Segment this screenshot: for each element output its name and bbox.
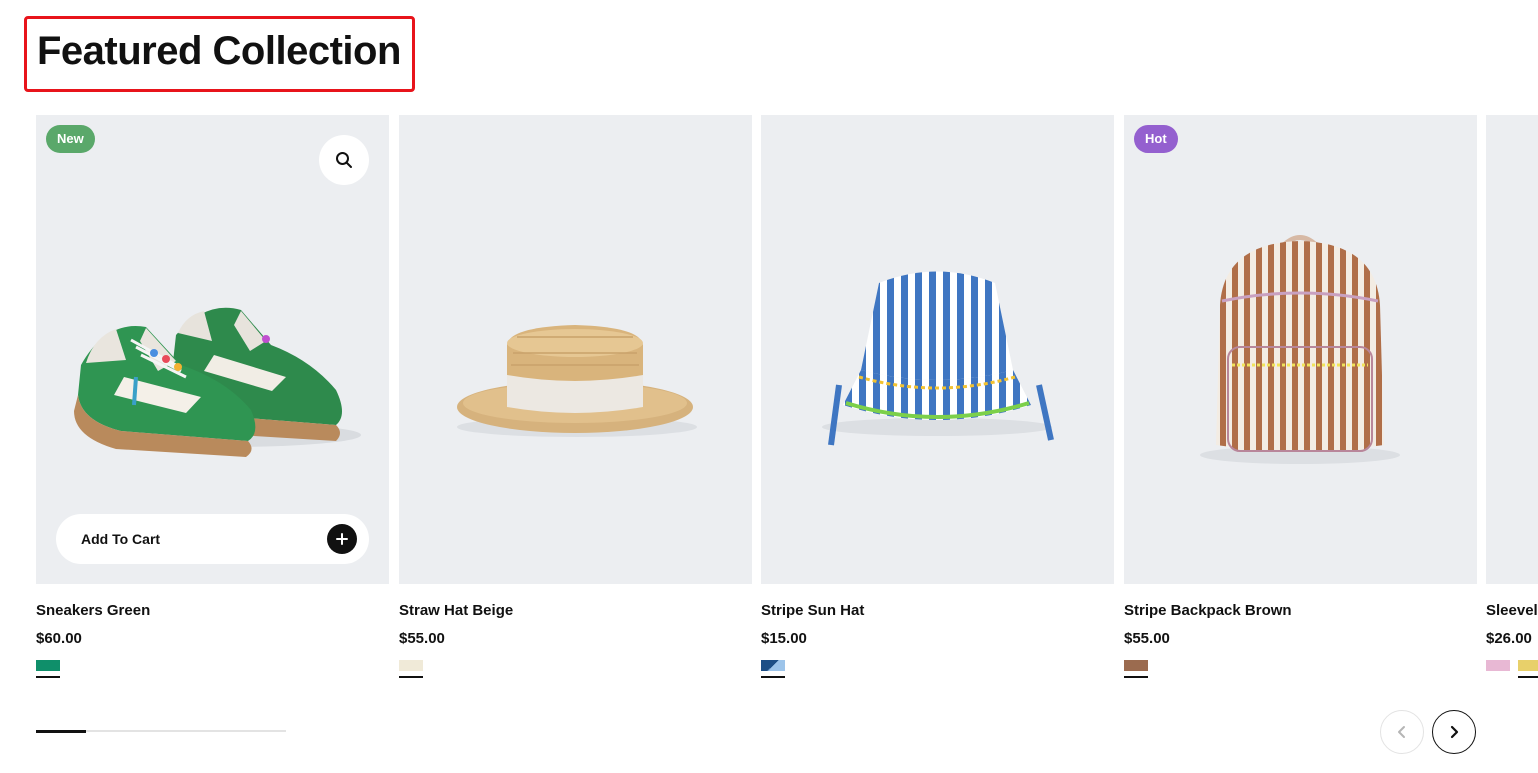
carousel-progress-track [36,729,286,733]
product-card[interactable]: Straw Hat Beige $55.00 [399,115,752,695]
product-card[interactable]: Hot Stripe Backpack Brown $55.00 [1124,115,1477,695]
product-name[interactable]: Sleevel [1486,602,1538,619]
badge-hot: Hot [1134,125,1178,153]
carousel-next-button[interactable] [1432,710,1476,754]
product-price: $55.00 [399,630,445,647]
color-swatches [36,660,60,678]
badge-new: New [46,125,95,153]
product-price: $55.00 [1124,630,1170,647]
color-swatch[interactable] [1486,660,1510,678]
bucket-hat-image [822,271,1054,446]
add-to-cart-button[interactable]: Add To Cart [56,514,369,564]
section-title-highlight: Featured Collection [24,16,415,92]
color-swatches [399,660,423,678]
product-card[interactable]: New Add To Cart Sneakers Green $60.00 [36,115,389,695]
product-image[interactable]: New Add To Cart [36,115,389,584]
product-carousel[interactable]: New Add To Cart Sneakers Green $60.00 St… [36,115,1538,695]
add-to-cart-label: Add To Cart [81,531,161,547]
product-price: $15.00 [761,630,807,647]
backpack-image [1200,235,1400,464]
carousel-prev-button[interactable] [1380,710,1424,754]
chevron-left-icon [1398,726,1405,738]
product-name[interactable]: Stripe Sun Hat [761,602,864,619]
color-swatch[interactable] [399,660,423,678]
product-image[interactable] [1486,115,1538,584]
color-swatch[interactable] [761,660,785,678]
product-image[interactable] [761,115,1114,584]
color-swatch[interactable] [1518,660,1538,678]
color-swatches [1486,660,1538,678]
product-card[interactable]: Sleevel $26.00 [1486,115,1538,695]
product-name[interactable]: Sneakers Green [36,602,150,619]
color-swatches [761,660,785,678]
product-image[interactable] [399,115,752,584]
carousel-progress-fill [36,729,86,733]
straw-hat-image [457,325,697,437]
product-card[interactable]: Stripe Sun Hat $15.00 [761,115,1114,695]
color-swatches [1124,660,1148,678]
color-swatch[interactable] [36,660,60,678]
product-price: $60.00 [36,630,82,647]
search-icon [336,152,352,168]
product-name[interactable]: Straw Hat Beige [399,602,513,619]
section-title: Featured Collection [37,29,401,73]
plus-icon [327,524,357,554]
chevron-right-icon [1450,725,1459,739]
product-image[interactable]: Hot [1124,115,1477,584]
quick-view-button[interactable] [319,135,369,185]
product-price: $26.00 [1486,630,1532,647]
color-swatch[interactable] [1124,660,1148,678]
product-name[interactable]: Stripe Backpack Brown [1124,602,1292,619]
